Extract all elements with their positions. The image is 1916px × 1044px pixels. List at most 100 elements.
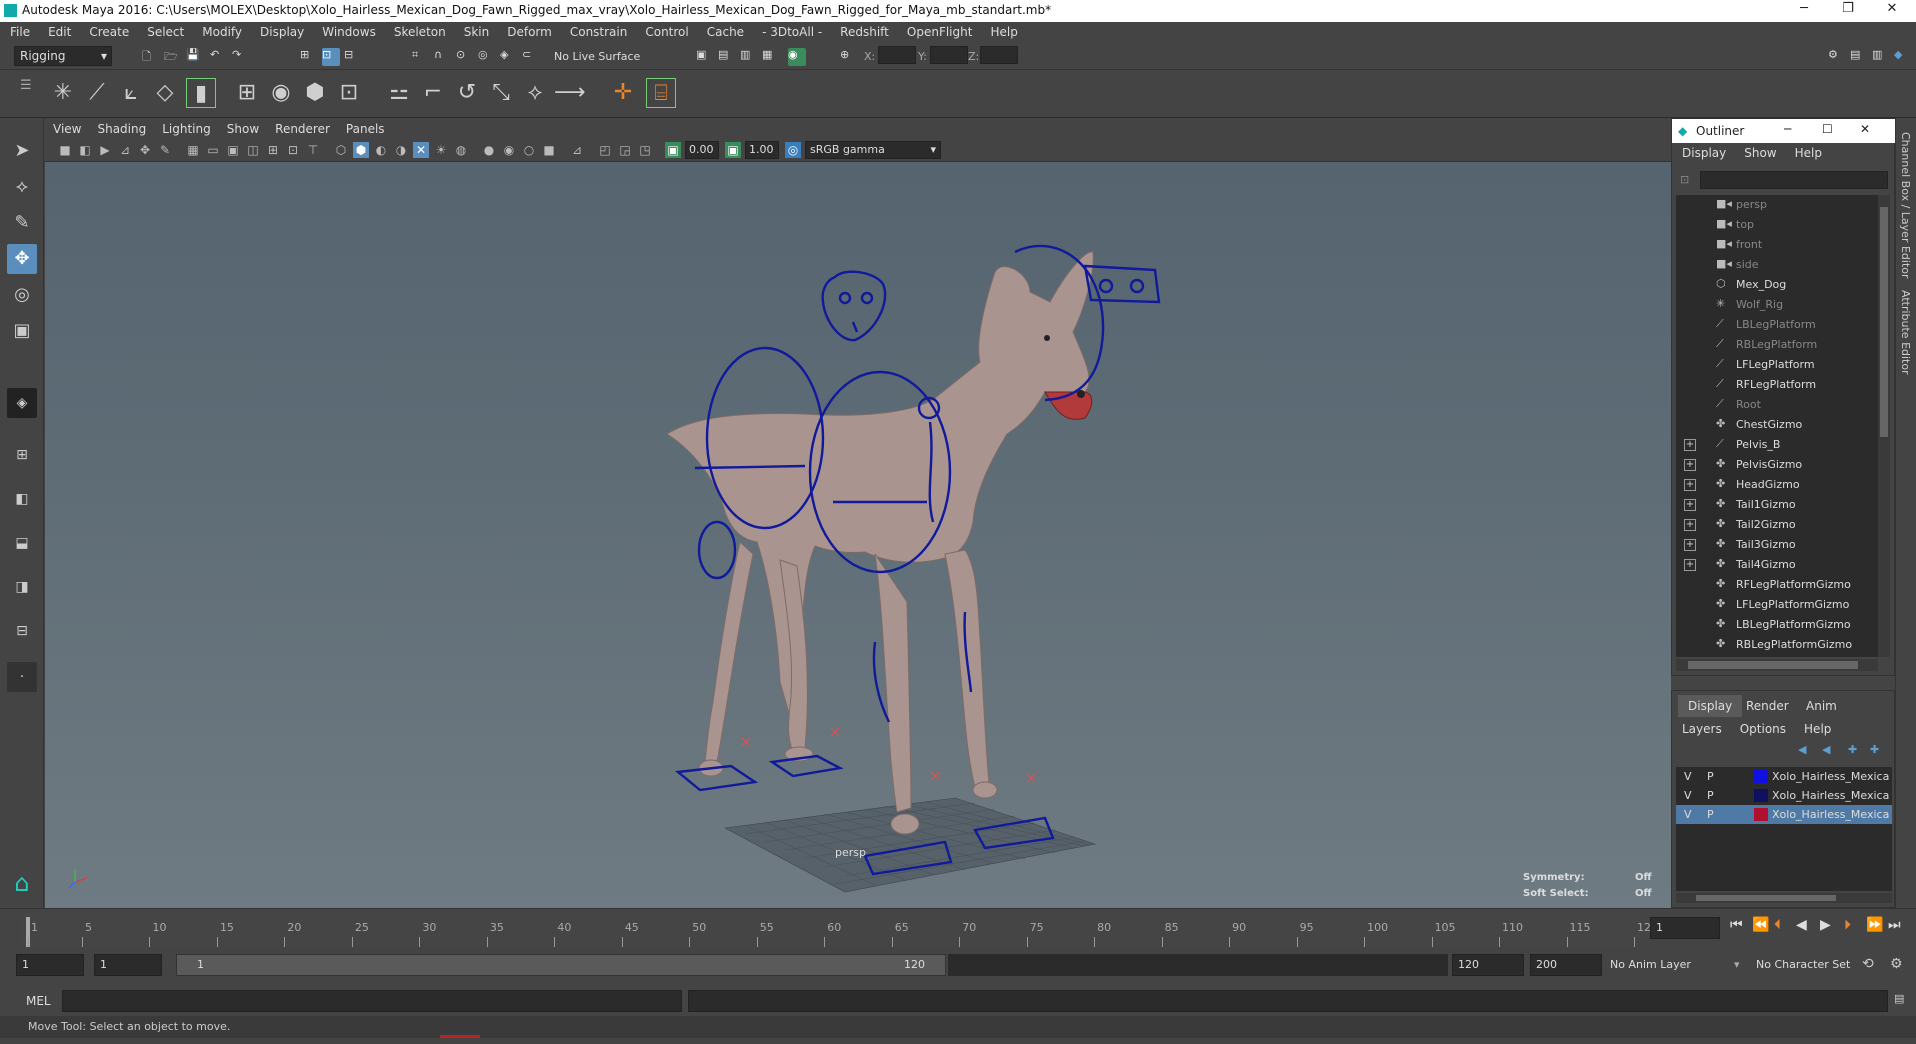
step-forward-frame-icon[interactable]: ⏵ [1844, 917, 1851, 933]
menu-modify[interactable]: Modify [192, 22, 250, 39]
menu-file[interactable]: File [0, 22, 38, 39]
outliner-item[interactable]: ■◂ front [1676, 235, 1878, 255]
hypershade-icon[interactable]: ◉ [788, 48, 806, 66]
outliner-item[interactable]: ⬡ Mex_Dog [1676, 275, 1878, 295]
grease-pencil-icon[interactable]: ✎ [157, 142, 173, 158]
vp-menu-renderer[interactable]: Renderer [267, 118, 338, 136]
outliner-item[interactable]: ✤ LBLegPlatformGizmo [1676, 615, 1878, 635]
toggle-attribute-editor-icon[interactable]: ▤ [1850, 48, 1868, 66]
close-button[interactable]: ✕ [1870, 1, 1914, 21]
restore-button[interactable]: ❐ [1826, 1, 1870, 21]
vp-menu-panels[interactable]: Panels [338, 118, 393, 136]
ol-menu-help[interactable]: Help [1785, 143, 1830, 160]
four-view-layout-icon[interactable]: ⊞ [7, 440, 37, 470]
playback-end-field[interactable]: 120 [1452, 954, 1524, 976]
snap-surface-icon[interactable]: ◈ [500, 48, 518, 66]
resolution-gate-icon[interactable]: ▣ [225, 142, 241, 158]
ambient-occlusion-icon[interactable]: ● [481, 142, 497, 158]
go-to-start-icon[interactable]: ⏮ [1730, 917, 1743, 933]
toggle-tool-settings-icon[interactable]: ▥ [1872, 48, 1890, 66]
outliner-item[interactable]: + ✤ Tail1Gizmo [1676, 495, 1878, 515]
render-frame-icon[interactable]: ▤ [718, 48, 736, 66]
ly-menu-options[interactable]: Options [1730, 719, 1794, 736]
step-forward-key-icon[interactable]: ⏩ [1866, 917, 1883, 933]
outliner-search-input[interactable] [1700, 171, 1888, 189]
outliner-item[interactable]: ⟋ LBLegPlatform [1676, 315, 1878, 335]
menuset-dropdown[interactable]: Rigging ▾ [14, 46, 112, 66]
ol-menu-display[interactable]: Display [1672, 143, 1734, 160]
menu-help[interactable]: Help [980, 22, 1025, 39]
xray-joint-icon[interactable]: ◳ [637, 142, 653, 158]
parent-constraint-icon[interactable]: ⟡ [520, 78, 550, 108]
undo-icon[interactable]: ↶ [210, 48, 228, 66]
ol-menu-show[interactable]: Show [1734, 143, 1784, 160]
expand-icon[interactable]: + [1684, 519, 1696, 531]
redo-icon[interactable]: ↷ [232, 48, 250, 66]
close-icon[interactable]: ✕ [1860, 122, 1870, 136]
animation-end-field[interactable]: 200 [1530, 954, 1602, 976]
vp-menu-show[interactable]: Show [219, 118, 267, 136]
persp-graph-layout-icon[interactable]: ⬓ [7, 528, 37, 558]
expand-icon[interactable]: + [1684, 499, 1696, 511]
menu-skeleton[interactable]: Skeleton [384, 22, 454, 39]
tab-render[interactable]: Render [1736, 695, 1799, 717]
textured-icon[interactable]: ◑ [393, 142, 409, 158]
select-component-icon[interactable]: ⊟ [344, 48, 362, 66]
color-space-dropdown[interactable]: sRGB gamma ▾ [805, 141, 941, 159]
isolate-select-icon[interactable]: ⊿ [569, 142, 585, 158]
film-gate-icon[interactable]: ▭ [205, 142, 221, 158]
script-editor-icon[interactable]: ▤ [1894, 992, 1904, 1005]
auto-key-icon[interactable]: ⟲ [1862, 956, 1874, 972]
move-layer-down-icon[interactable]: ◀ [1822, 743, 1830, 756]
visibility-toggle[interactable]: V [1684, 789, 1692, 802]
menu-skin[interactable]: Skin [454, 22, 498, 39]
toggle-modeling-toolkit-icon[interactable]: ⚙ [1828, 48, 1846, 66]
snap-magnet-icon[interactable]: ⊂ [522, 48, 540, 66]
perspective-viewport[interactable]: Symmetry: Off Soft Select: Off [45, 162, 1671, 908]
grid-icon[interactable]: ▦ [185, 142, 201, 158]
outliner-item[interactable]: ⟋ LFLegPlatform [1676, 355, 1878, 375]
outliner-item[interactable]: + ✤ HeadGizmo [1676, 475, 1878, 495]
step-back-key-icon[interactable]: ⏪ [1752, 917, 1769, 933]
aim-constraint-icon[interactable]: ⟶ [554, 78, 586, 108]
scale-constraint-icon[interactable]: ⤡ [486, 78, 516, 108]
menu-select[interactable]: Select [137, 22, 192, 39]
outliner-item[interactable]: ■◂ top [1676, 215, 1878, 235]
move-tool-icon[interactable]: ✥ [7, 244, 37, 274]
set-key-icon[interactable]: ⌸ [646, 78, 676, 108]
layer-color-swatch[interactable] [1754, 808, 1768, 821]
playback-toggle[interactable]: P [1707, 789, 1714, 802]
outliner-horizontal-scrollbar[interactable] [1676, 659, 1878, 671]
exposure-field[interactable]: 0.00 [685, 141, 719, 159]
visibility-toggle[interactable]: V [1684, 808, 1692, 821]
outliner-item[interactable]: ✤ RFLegPlatformGizmo [1676, 575, 1878, 595]
ly-menu-layers[interactable]: Layers [1672, 719, 1730, 736]
outliner-item[interactable]: + ✤ Tail3Gizmo [1676, 535, 1878, 555]
outliner-vertical-scrollbar[interactable] [1878, 195, 1890, 657]
range-bar[interactable]: 1 120 [176, 954, 946, 976]
hypershade-layout-icon[interactable]: ◨ [7, 572, 37, 602]
outliner-item[interactable]: ✤ LFLegPlatformGizmo [1676, 595, 1878, 615]
ly-menu-help[interactable]: Help [1794, 719, 1839, 736]
mel-label[interactable]: MEL [26, 994, 51, 1008]
new-layer-icon[interactable]: ✚ [1848, 743, 1857, 756]
custom-layout-icon[interactable]: · [7, 662, 37, 692]
new-scene-icon[interactable]: 🗋 [142, 48, 160, 66]
open-scene-icon[interactable]: 🗁 [164, 48, 182, 66]
tab-attribute-editor[interactable]: Attribute Editor [1899, 290, 1912, 375]
outliner-item[interactable]: ⟋ RFLegPlatform [1676, 375, 1878, 395]
vp-menu-shading[interactable]: Shading [89, 118, 154, 136]
uv-layout-icon[interactable]: ⊟ [7, 616, 37, 646]
xray-active-icon[interactable]: ◲ [617, 142, 633, 158]
layer-row[interactable]: V P Xolo_Hairless_Mexican_ [1676, 805, 1892, 824]
exposure-icon[interactable]: ▣ [665, 142, 681, 158]
expand-icon[interactable]: + [1684, 559, 1696, 571]
layer-scrollbar[interactable] [1676, 893, 1892, 903]
outliner-item[interactable]: + ✤ PelvisGizmo [1676, 455, 1878, 475]
motion-blur-icon[interactable]: ◉ [501, 142, 517, 158]
safe-title-icon[interactable]: ⊤ [305, 142, 321, 158]
playback-toggle[interactable]: P [1707, 770, 1714, 783]
snap-view-icon[interactable]: ◎ [478, 48, 496, 66]
paint-weights-icon[interactable]: ⚍ [384, 78, 414, 108]
outliner-item[interactable]: ■◂ side [1676, 255, 1878, 275]
